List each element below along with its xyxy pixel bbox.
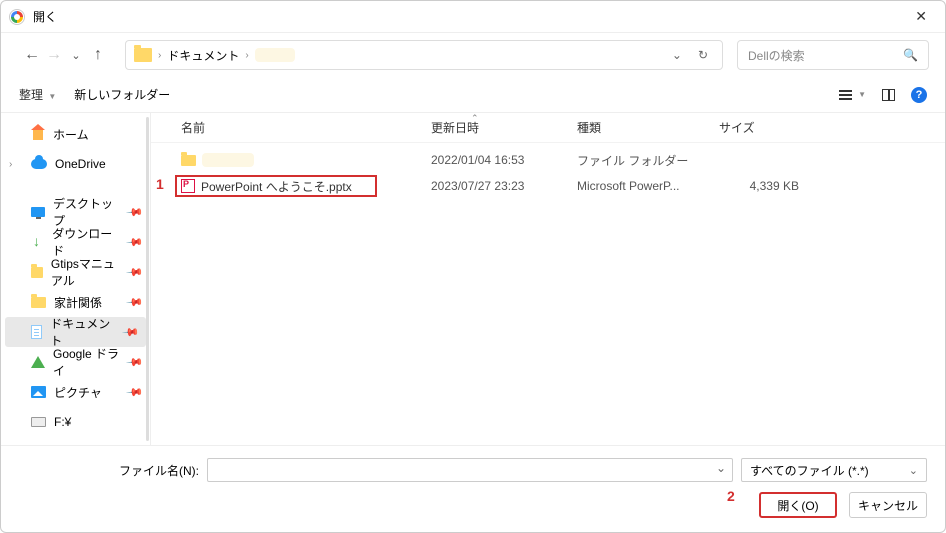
- crumb-separator: ›: [158, 50, 161, 61]
- desktop-icon: [31, 207, 45, 217]
- row-type: ファイル フォルダー: [577, 152, 719, 169]
- search-icon: 🔍: [903, 48, 918, 62]
- sidebar-item-gtips[interactable]: Gtipsマニュアル 📌: [1, 257, 150, 287]
- organize-button[interactable]: 整理 ▼: [19, 86, 56, 103]
- crumb-separator: ›: [245, 50, 248, 61]
- dialog-title: 開く: [33, 8, 57, 25]
- breadcrumb-actions: ⌄ ↻: [672, 48, 714, 62]
- pin-icon: 📌: [122, 323, 141, 342]
- folder-icon: [31, 297, 46, 308]
- nav-forward-button[interactable]: →: [45, 46, 63, 64]
- pin-icon: 📌: [126, 233, 145, 252]
- sidebar-item-documents[interactable]: ドキュメント 📌: [5, 317, 146, 347]
- sidebar-item-desktop[interactable]: デスクトップ 📌: [1, 197, 150, 227]
- file-row[interactable]: PowerPoint へようこそ.pptx 2023/07/27 23:23 M…: [151, 173, 945, 199]
- pictures-icon: [31, 386, 46, 398]
- cancel-button[interactable]: キャンセル: [849, 492, 927, 518]
- redacted-name: [202, 153, 254, 167]
- sort-indicator-icon: ⌃: [471, 113, 479, 124]
- powerpoint-file-icon: [181, 179, 195, 193]
- google-drive-icon: [31, 356, 45, 368]
- home-icon: [31, 128, 45, 140]
- close-button[interactable]: ✕: [905, 4, 937, 29]
- column-date[interactable]: 更新日時: [431, 119, 577, 136]
- file-list-panel: ⌃ 名前 更新日時 種類 サイズ 2022/01/04 16:53 ファイル フ…: [151, 113, 945, 445]
- file-type-filter[interactable]: すべてのファイル (*.*) ⌄: [741, 458, 927, 482]
- filename-label: ファイル名(N):: [19, 462, 199, 479]
- folder-icon: [31, 267, 43, 278]
- sidebar-item-home[interactable]: ホーム: [1, 119, 150, 149]
- column-headers: ⌃ 名前 更新日時 種類 サイズ: [151, 113, 945, 143]
- file-rows: 2022/01/04 16:53 ファイル フォルダー PowerPoint へ…: [151, 143, 945, 445]
- nav-back-button[interactable]: ←: [23, 46, 41, 64]
- dialog-body: ホーム › OneDrive デスクトップ 📌 ダウンロード 📌 Gtipsマニ…: [1, 113, 945, 445]
- sidebar-item-googledrive[interactable]: Google ドライ 📌: [1, 347, 150, 377]
- chevron-right-icon[interactable]: ›: [9, 159, 12, 170]
- sidebar-item-onedrive[interactable]: › OneDrive: [1, 149, 150, 179]
- nav-recent-button[interactable]: ⌄: [67, 49, 85, 62]
- toolbar: 整理 ▼ 新しいフォルダー ▼ ?: [1, 77, 945, 113]
- help-icon[interactable]: ?: [911, 87, 927, 103]
- row-date: 2022/01/04 16:53: [431, 153, 577, 167]
- breadcrumb-redacted: [255, 48, 295, 62]
- new-folder-button[interactable]: 新しいフォルダー: [74, 86, 170, 103]
- preview-pane-icon[interactable]: [882, 89, 895, 101]
- download-icon: [31, 235, 44, 249]
- view-mode-button[interactable]: ▼: [839, 90, 866, 100]
- row-date: 2023/07/27 23:23: [431, 179, 577, 193]
- row-filename: PowerPoint へようこそ.pptx: [201, 178, 352, 195]
- titlebar: 開く ✕: [1, 1, 945, 33]
- sidebar-item-downloads[interactable]: ダウンロード 📌: [1, 227, 150, 257]
- column-type[interactable]: 種類: [577, 119, 719, 136]
- nav-bar: ← → ⌄ ↑ › ドキュメント › ⌄ ↻ Dellの検索 🔍: [1, 33, 945, 77]
- file-open-dialog: 開く ✕ ← → ⌄ ↑ › ドキュメント › ⌄ ↻ Dellの検索 🔍 整理…: [0, 0, 946, 533]
- breadcrumb-dropdown-icon[interactable]: ⌄: [672, 48, 682, 62]
- sidebar-item-kakei[interactable]: 家計関係 📌: [1, 287, 150, 317]
- row-size: 4,339 KB: [719, 179, 819, 193]
- pin-icon: 📌: [126, 353, 145, 372]
- footer: ファイル名(N): すべてのファイル (*.*) ⌄ 開く(O) キャンセル: [1, 445, 945, 532]
- refresh-icon[interactable]: ↻: [698, 48, 708, 62]
- open-button[interactable]: 開く(O): [759, 492, 837, 518]
- row-type: Microsoft PowerP...: [577, 179, 719, 193]
- pin-icon: 📌: [126, 293, 145, 312]
- search-box[interactable]: Dellの検索 🔍: [737, 40, 929, 70]
- column-size[interactable]: サイズ: [719, 119, 819, 136]
- breadcrumb-bar[interactable]: › ドキュメント › ⌄ ↻: [125, 40, 723, 70]
- sidebar-scrollbar[interactable]: [146, 117, 149, 441]
- file-row[interactable]: 2022/01/04 16:53 ファイル フォルダー: [151, 147, 945, 173]
- drive-icon: [31, 417, 46, 427]
- column-name[interactable]: 名前: [181, 119, 431, 136]
- list-view-icon: [839, 90, 852, 100]
- folder-icon: [134, 48, 152, 62]
- onedrive-icon: [31, 159, 47, 169]
- sidebar-item-pictures[interactable]: ピクチャ 📌: [1, 377, 150, 407]
- sidebar-item-drive-f[interactable]: F:¥: [1, 407, 150, 437]
- search-placeholder: Dellの検索: [748, 47, 805, 64]
- nav-up-button[interactable]: ↑: [89, 46, 107, 64]
- chrome-icon: [9, 9, 25, 25]
- chevron-down-icon: ⌄: [909, 464, 918, 477]
- filename-input[interactable]: [207, 458, 733, 482]
- document-icon: [31, 325, 42, 339]
- pin-icon: 📌: [126, 203, 145, 222]
- breadcrumb-item[interactable]: ドキュメント: [167, 47, 239, 64]
- folder-icon: [181, 155, 196, 166]
- pin-icon: 📌: [126, 263, 145, 282]
- sidebar: ホーム › OneDrive デスクトップ 📌 ダウンロード 📌 Gtipsマニ…: [1, 113, 151, 445]
- pin-icon: 📌: [126, 383, 145, 402]
